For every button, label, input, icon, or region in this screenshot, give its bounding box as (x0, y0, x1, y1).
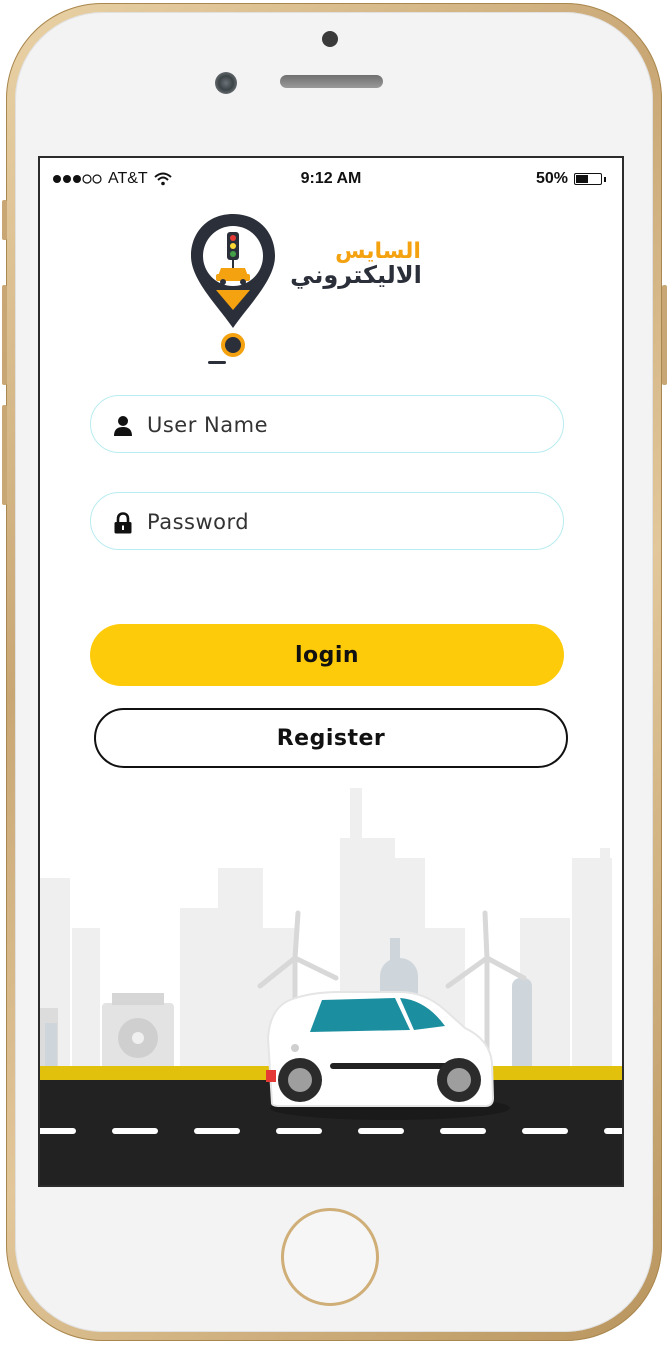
proximity-sensor (322, 31, 338, 47)
status-time: 9:12 AM (300, 170, 362, 187)
lane-dash (194, 1128, 240, 1134)
volume-up-button (2, 285, 7, 385)
car (266, 991, 510, 1120)
status-bar: AT&T 9:12 AM 50% (40, 168, 622, 192)
login-button[interactable]: login (90, 624, 564, 686)
home-button[interactable] (281, 1208, 379, 1306)
brand-line-1: السايس (335, 239, 421, 264)
battery-icon (574, 173, 606, 185)
battery-tip (604, 177, 606, 182)
map-pin-traffic-light-icon (191, 214, 275, 364)
volume-down-button (2, 405, 7, 505)
app-logo: السايس الاليكتروني (188, 210, 448, 370)
mute-switch (2, 200, 7, 240)
user-icon (114, 416, 132, 436)
brand-wordmark: السايس الاليكتروني (276, 240, 436, 288)
front-camera (215, 72, 237, 94)
lane-dash (276, 1128, 322, 1134)
app-screen: AT&T 9:12 AM 50% السايس الاليكتروني User… (40, 158, 622, 1185)
username-input[interactable] (145, 404, 549, 446)
lane-dash (522, 1128, 568, 1134)
lane-dash (604, 1128, 622, 1134)
earpiece-speaker (280, 75, 383, 88)
lane-dash (440, 1128, 486, 1134)
lock-icon (114, 512, 132, 534)
password-input[interactable] (145, 501, 549, 543)
username-field[interactable] (90, 395, 564, 453)
city-road-illustration (40, 788, 622, 1185)
password-field[interactable] (90, 492, 564, 550)
battery-percent: 50% (535, 170, 568, 187)
power-button (662, 285, 667, 385)
register-button[interactable]: Register (94, 708, 568, 768)
lane-dash (112, 1128, 158, 1134)
lane-dash (358, 1128, 404, 1134)
battery-fill (576, 175, 588, 183)
status-right: 50% (535, 170, 606, 188)
lane-dash (40, 1128, 76, 1134)
brand-line-2: الاليكتروني (290, 261, 422, 290)
